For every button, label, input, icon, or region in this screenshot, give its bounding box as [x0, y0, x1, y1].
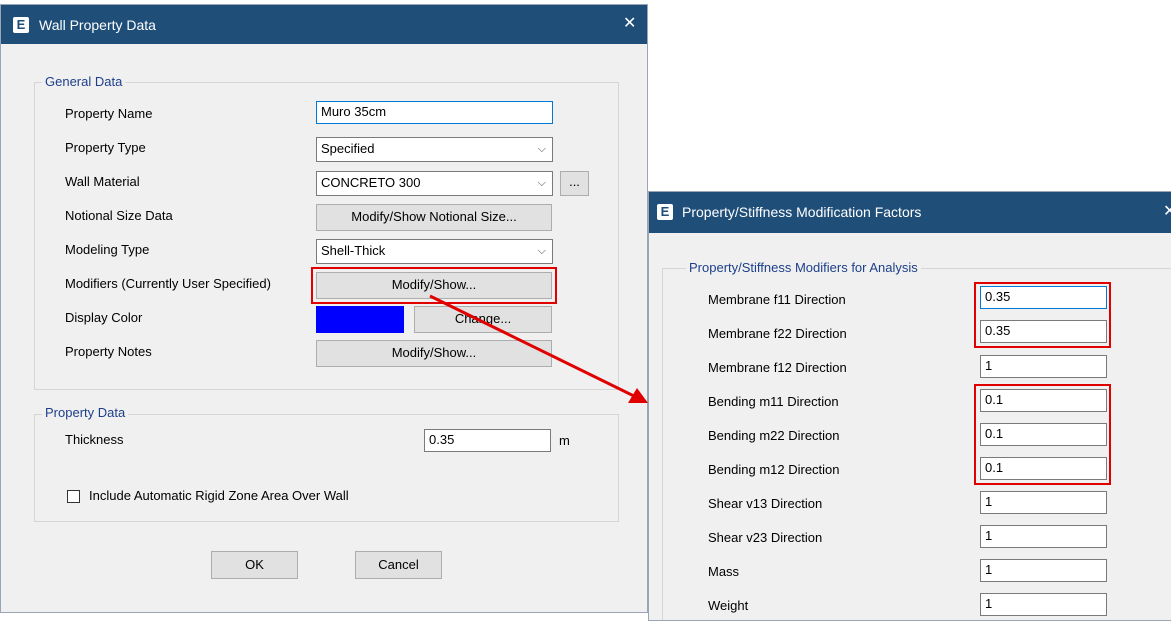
annotation-arrow — [429, 294, 648, 403]
